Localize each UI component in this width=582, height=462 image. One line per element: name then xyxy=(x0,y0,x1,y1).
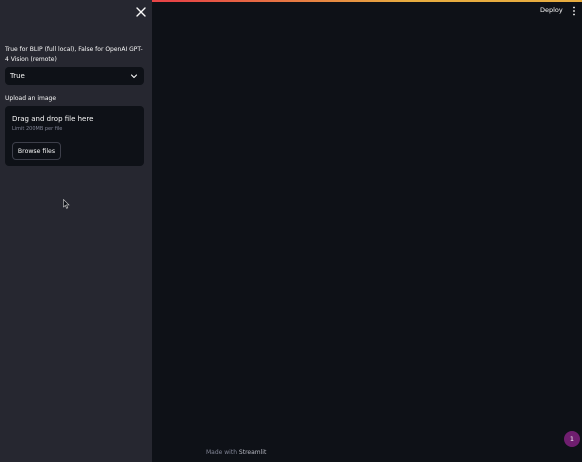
dropzone-limit: Limit 200MB per file xyxy=(12,126,63,132)
streamlit-app: True for BLIP (full local), False for Op… xyxy=(0,0,582,462)
chevron-down-icon xyxy=(130,74,138,79)
footer: Made with Streamlit xyxy=(206,449,266,456)
notification-badge[interactable]: 1 xyxy=(564,431,580,447)
close-sidebar-button[interactable] xyxy=(134,5,148,19)
file-dropzone[interactable]: Drag and drop file here Limit 200MB per … xyxy=(5,106,144,166)
model-select[interactable]: True xyxy=(5,67,144,85)
sidebar: True for BLIP (full local), False for Op… xyxy=(0,0,152,462)
footer-brand-link[interactable]: Streamlit xyxy=(239,449,266,456)
dropzone-title: Drag and drop file here xyxy=(12,115,94,123)
browse-files-button[interactable]: Browse files xyxy=(12,142,61,160)
close-icon xyxy=(136,7,146,17)
footer-made-with: Made with xyxy=(206,449,237,456)
select-label: True for BLIP (full local), False for Op… xyxy=(5,46,143,63)
deploy-button[interactable]: Deploy xyxy=(540,6,563,14)
mouse-cursor-icon xyxy=(63,199,70,209)
select-value: True xyxy=(10,72,25,80)
kebab-menu-icon[interactable] xyxy=(571,6,577,16)
upload-label: Upload an image xyxy=(5,95,57,102)
